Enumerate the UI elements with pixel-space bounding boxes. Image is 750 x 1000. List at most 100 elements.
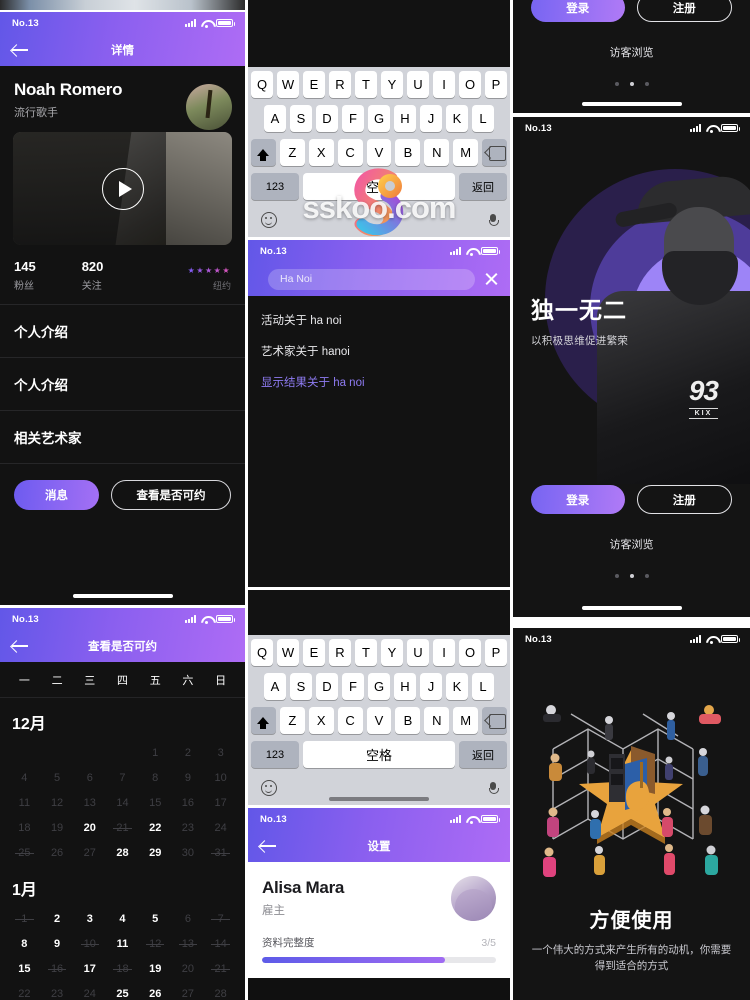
- key-P[interactable]: P: [485, 71, 507, 98]
- clear-icon[interactable]: [484, 272, 499, 287]
- key-T[interactable]: T: [355, 639, 377, 666]
- key-H[interactable]: H: [394, 673, 416, 700]
- key-L[interactable]: L: [472, 673, 494, 700]
- key-B[interactable]: B: [395, 707, 421, 734]
- calendar-day[interactable]: 25: [106, 983, 139, 1000]
- key-S[interactable]: S: [290, 105, 312, 132]
- key-S[interactable]: S: [290, 673, 312, 700]
- calendar-day[interactable]: 21: [106, 817, 139, 839]
- calendar-day[interactable]: 25: [8, 842, 41, 864]
- key-O[interactable]: O: [459, 71, 481, 98]
- list-item[interactable]: 个人介绍: [0, 304, 245, 357]
- calendar-day[interactable]: 4: [106, 908, 139, 930]
- key-R[interactable]: R: [329, 71, 351, 98]
- list-item[interactable]: 个人介绍: [0, 357, 245, 410]
- guest-browse-link[interactable]: 访客浏览: [513, 536, 750, 552]
- key-N[interactable]: N: [424, 707, 450, 734]
- microphone-icon[interactable]: [489, 781, 499, 795]
- calendar-day[interactable]: 5: [139, 908, 172, 930]
- key-Z[interactable]: Z: [279, 139, 305, 166]
- key-P[interactable]: P: [485, 639, 507, 666]
- calendar-day[interactable]: 19: [139, 958, 172, 980]
- key-I[interactable]: I: [433, 71, 455, 98]
- key-W[interactable]: W: [277, 639, 299, 666]
- login-button[interactable]: 登录: [531, 485, 625, 514]
- delete-key[interactable]: [482, 707, 508, 734]
- key-L[interactable]: L: [472, 105, 494, 132]
- video-preview[interactable]: [13, 132, 232, 245]
- calendar-day[interactable]: 18: [106, 958, 139, 980]
- search-input[interactable]: Ha Noi: [268, 268, 475, 290]
- key-E[interactable]: E: [303, 639, 325, 666]
- check-availability-button[interactable]: 查看是否可约: [111, 480, 231, 510]
- calendar-day[interactable]: 21: [204, 958, 237, 980]
- register-button[interactable]: 注册: [636, 0, 732, 22]
- numeric-key[interactable]: 123: [251, 741, 299, 768]
- calendar-day[interactable]: 10: [73, 933, 106, 955]
- key-U[interactable]: U: [407, 71, 429, 98]
- key-J[interactable]: J: [420, 673, 442, 700]
- key-J[interactable]: J: [420, 105, 442, 132]
- back-arrow-icon[interactable]: [12, 639, 30, 653]
- key-A[interactable]: A: [264, 673, 286, 700]
- calendar-day[interactable]: 28: [106, 842, 139, 864]
- key-E[interactable]: E: [303, 71, 325, 98]
- key-D[interactable]: D: [316, 105, 338, 132]
- key-Q[interactable]: Q: [251, 71, 273, 98]
- key-K[interactable]: K: [446, 105, 468, 132]
- list-item[interactable]: 相关艺术家: [0, 410, 245, 463]
- key-W[interactable]: W: [277, 71, 299, 98]
- key-G[interactable]: G: [368, 105, 390, 132]
- suggestion-item[interactable]: 艺术家关于 hanoi: [261, 343, 497, 359]
- key-Y[interactable]: Y: [381, 639, 403, 666]
- key-I[interactable]: I: [433, 639, 455, 666]
- space-key[interactable]: 空格: [303, 741, 455, 768]
- key-D[interactable]: D: [316, 673, 338, 700]
- key-C[interactable]: C: [337, 707, 363, 734]
- numeric-key[interactable]: 123: [251, 173, 299, 200]
- register-button[interactable]: 注册: [636, 485, 732, 514]
- calendar-day[interactable]: 12: [139, 933, 172, 955]
- key-O[interactable]: O: [459, 639, 481, 666]
- calendar-day[interactable]: 13: [172, 933, 205, 955]
- key-Q[interactable]: Q: [251, 639, 273, 666]
- key-X[interactable]: X: [308, 707, 334, 734]
- key-M[interactable]: M: [453, 139, 479, 166]
- calendar-day[interactable]: 14: [204, 933, 237, 955]
- key-R[interactable]: R: [329, 639, 351, 666]
- calendar-day[interactable]: 20: [73, 817, 106, 839]
- message-button[interactable]: 消息: [14, 480, 99, 510]
- key-C[interactable]: C: [337, 139, 363, 166]
- calendar-day[interactable]: 11: [106, 933, 139, 955]
- key-H[interactable]: H: [394, 105, 416, 132]
- avatar[interactable]: [451, 876, 496, 921]
- calendar-day[interactable]: 9: [41, 933, 74, 955]
- calendar-day[interactable]: 22: [139, 817, 172, 839]
- calendar-day[interactable]: 7: [204, 908, 237, 930]
- calendar-day[interactable]: 26: [139, 983, 172, 1000]
- calendar-day[interactable]: 31: [204, 842, 237, 864]
- key-V[interactable]: V: [366, 707, 392, 734]
- return-key[interactable]: 返回: [459, 741, 507, 768]
- key-U[interactable]: U: [407, 639, 429, 666]
- calendar-day[interactable]: 3: [73, 908, 106, 930]
- space-key[interactable]: 空格: [303, 173, 455, 200]
- return-key[interactable]: 返回: [459, 173, 507, 200]
- back-arrow-icon[interactable]: [260, 839, 278, 853]
- microphone-icon[interactable]: [489, 213, 499, 227]
- calendar-day[interactable]: 1: [8, 908, 41, 930]
- calendar-day[interactable]: 16: [41, 958, 74, 980]
- show-all-results-link[interactable]: 显示结果关于 ha noi: [261, 374, 497, 390]
- play-icon[interactable]: [101, 167, 144, 210]
- emoji-icon[interactable]: [261, 212, 277, 228]
- key-M[interactable]: M: [453, 707, 479, 734]
- key-V[interactable]: V: [366, 139, 392, 166]
- key-T[interactable]: T: [355, 71, 377, 98]
- calendar-day[interactable]: 17: [73, 958, 106, 980]
- key-F[interactable]: F: [342, 673, 364, 700]
- calendar-day[interactable]: 8: [8, 933, 41, 955]
- key-F[interactable]: F: [342, 105, 364, 132]
- guest-browse-link[interactable]: 访客浏览: [513, 44, 750, 60]
- key-A[interactable]: A: [264, 105, 286, 132]
- back-arrow-icon[interactable]: [12, 43, 30, 57]
